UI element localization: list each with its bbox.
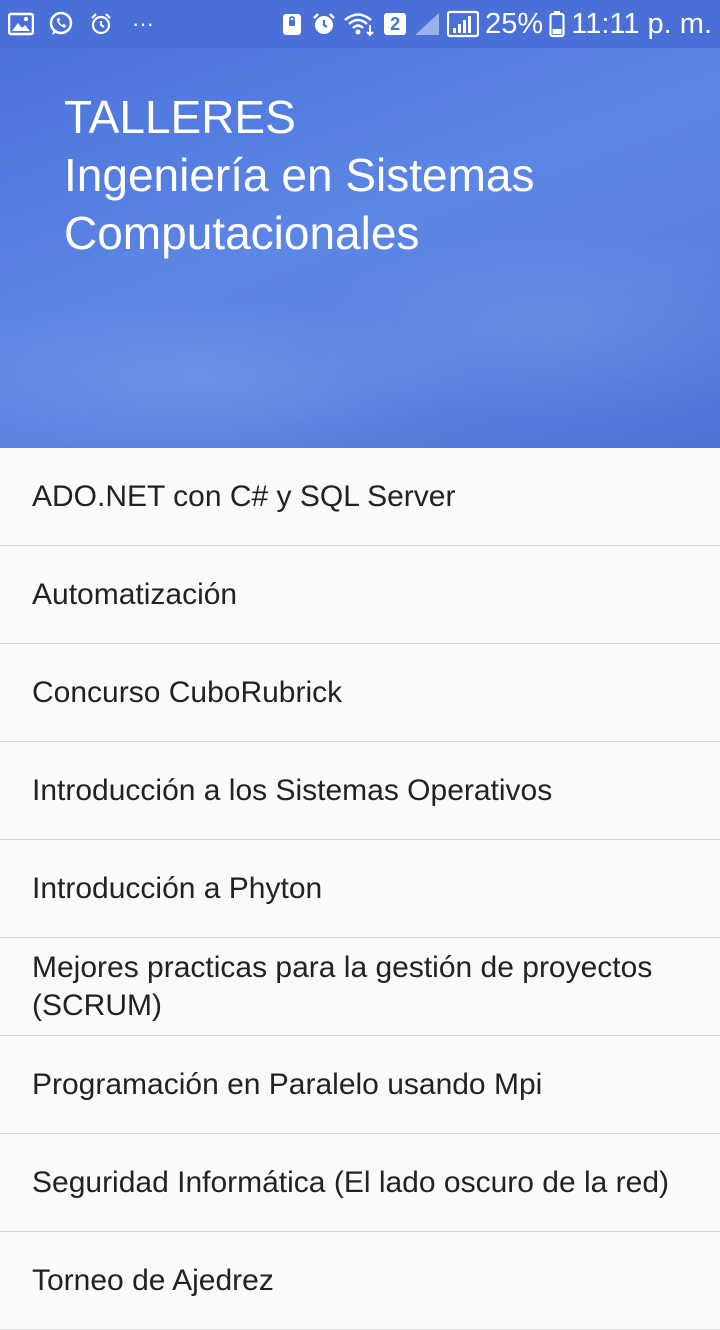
list-item-label: Seguridad Informática (El lado oscuro de… — [32, 1165, 670, 1199]
alarm-outline-icon — [88, 11, 114, 37]
status-bar-right: 2 25% 11:11 p. m. — [279, 8, 712, 41]
status-bar: ··· 2 25% 11:11 p. m. — [0, 0, 720, 48]
list-item[interactable]: Programación en Paralelo usando Mpi — [0, 1036, 720, 1134]
list-item[interactable]: Mejores practicas para la gestión de pro… — [0, 938, 720, 1036]
list-item[interactable]: Introducción a Phyton — [0, 840, 720, 938]
status-bar-left: ··· — [8, 11, 154, 37]
list-item[interactable]: Introducción a los Sistemas Operativos — [0, 742, 720, 840]
battery-percent: 25% — [485, 7, 544, 40]
list-item-label: Mejores practicas para la gestión de pro… — [32, 950, 653, 1022]
app-header: TALLERES Ingeniería en Sistemas Computac… — [0, 48, 720, 448]
sim-2-label: 2 — [384, 13, 407, 35]
list-item-label: Torneo de Ajedrez — [32, 1263, 274, 1297]
title-line-1: TALLERES — [64, 91, 296, 143]
page-title: TALLERES Ingeniería en Sistemas Computac… — [64, 88, 684, 262]
workshop-list: ADO.NET con C# y SQL Server Automatizaci… — [0, 448, 720, 1330]
title-line-2: Ingeniería en Sistemas — [64, 149, 535, 201]
list-item-label: Concurso CuboRubrick — [32, 675, 343, 709]
signal-icon — [447, 10, 480, 38]
list-item[interactable]: ADO.NET con C# y SQL Server — [0, 448, 720, 546]
whatsapp-icon — [48, 11, 74, 37]
list-item[interactable]: Torneo de Ajedrez — [0, 1232, 720, 1330]
wifi-icon — [343, 11, 377, 37]
list-item-label: Automatización — [32, 577, 238, 611]
nfc-lock-icon — [279, 11, 305, 37]
clock: 11:11 p. m. — [571, 7, 712, 40]
more-dots-icon: ··· — [132, 11, 154, 36]
list-item-label: Introducción a Phyton — [32, 871, 323, 905]
signal-empty-icon — [413, 11, 441, 37]
gallery-icon — [8, 11, 34, 37]
list-item-label: Programación en Paralelo usando Mpi — [32, 1067, 543, 1101]
title-line-3: Computacionales — [64, 207, 420, 259]
alarm-icon — [311, 11, 337, 37]
list-item-label: Introducción a los Sistemas Operativos — [32, 773, 553, 807]
list-item[interactable]: Concurso CuboRubrick — [0, 644, 720, 742]
sim-2-icon: 2 — [383, 11, 407, 37]
list-item[interactable]: Automatización — [0, 546, 720, 644]
list-item-label: ADO.NET con C# y SQL Server — [32, 479, 456, 513]
list-item[interactable]: Seguridad Informática (El lado oscuro de… — [0, 1134, 720, 1232]
battery-icon — [549, 11, 565, 38]
